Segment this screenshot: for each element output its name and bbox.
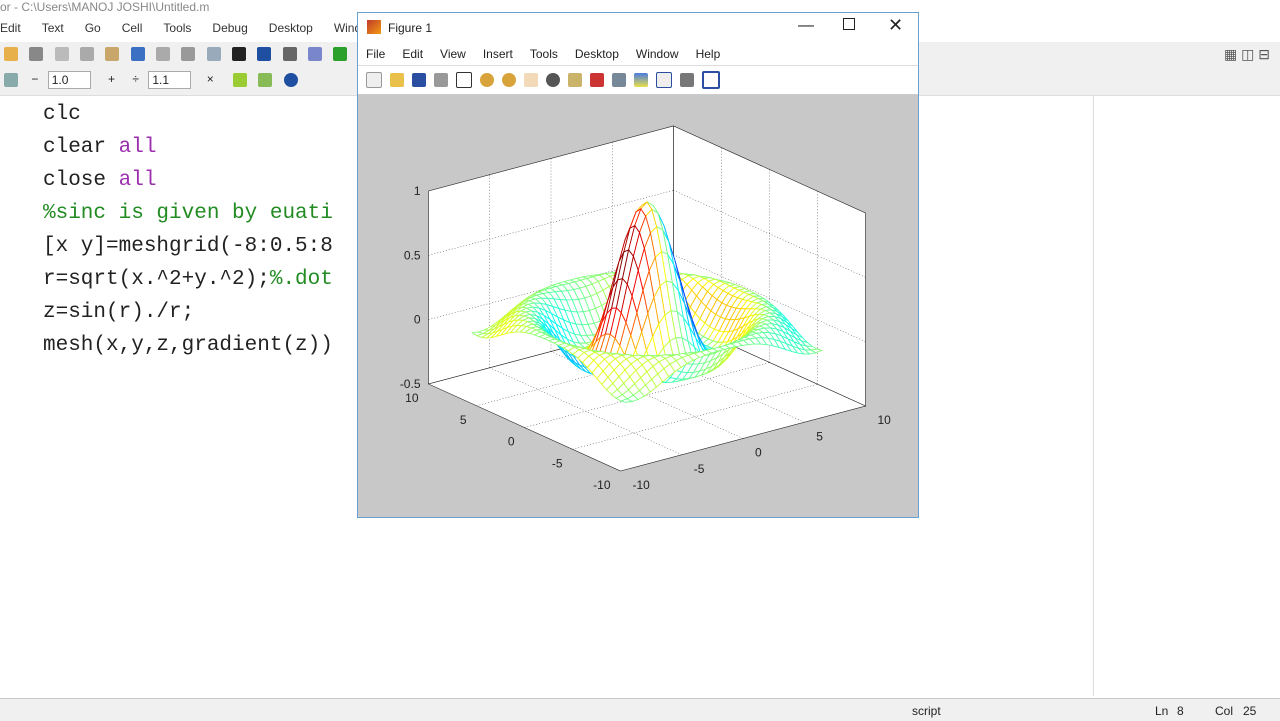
- close-button[interactable]: ✕: [888, 15, 903, 36]
- fig-menu-view[interactable]: View: [440, 43, 466, 65]
- pan-icon[interactable]: [524, 73, 538, 87]
- code-editor[interactable]: clc clear all close all %sinc is given by e…: [43, 98, 333, 362]
- status-mode: script: [912, 704, 941, 718]
- publish-icon[interactable]: [206, 46, 221, 61]
- x-tick-label: 0: [755, 446, 762, 460]
- status-col-label: Col: [1215, 704, 1234, 718]
- editor-menubar: Edit Text Go Cell Tools Debug Desktop Wi…: [0, 18, 398, 40]
- hide-plot-tools-icon[interactable]: [680, 73, 694, 87]
- paste-icon[interactable]: [105, 46, 120, 61]
- x-tick-label: 5: [816, 429, 823, 443]
- redo-icon[interactable]: [156, 46, 171, 61]
- open-file-icon[interactable]: [390, 73, 404, 87]
- y-tick-label: 5: [460, 413, 467, 427]
- pointer-icon[interactable]: [456, 72, 472, 88]
- fig-menu-tools[interactable]: Tools: [530, 43, 558, 65]
- cut-icon[interactable]: [54, 46, 69, 61]
- x-tick-label: -5: [694, 462, 705, 476]
- fig-menu-edit[interactable]: Edit: [402, 43, 423, 65]
- open-icon[interactable]: [4, 46, 18, 61]
- data-cursor-icon[interactable]: [568, 73, 582, 87]
- status-bar: script Ln 8 Col 25: [0, 698, 1280, 721]
- status-ln: 8: [1177, 704, 1184, 718]
- back-icon[interactable]: [257, 46, 272, 61]
- figure-canvas[interactable]: 1 0.5 0 -0.5 10 5 0 -5 -10 -10 -5 0 5 10: [358, 95, 918, 517]
- colorbar-icon[interactable]: [634, 73, 648, 87]
- new-figure-icon[interactable]: [366, 72, 382, 88]
- eval-advance-icon[interactable]: [258, 73, 273, 87]
- maximize-button[interactable]: [843, 18, 855, 30]
- run-icon[interactable]: [333, 46, 348, 61]
- eval-cell-icon[interactable]: [233, 73, 248, 87]
- z-tick-label: 0.5: [404, 248, 421, 262]
- multiply-button[interactable]: ×: [207, 72, 214, 86]
- menu-debug[interactable]: Debug: [212, 18, 256, 40]
- z-tick-label: 0: [414, 313, 421, 327]
- show-plot-tools-icon[interactable]: [702, 71, 720, 89]
- status-col: 25: [1243, 704, 1257, 718]
- menu-cell[interactable]: Cell: [122, 18, 152, 40]
- x-tick-label: -10: [633, 478, 651, 492]
- increment-button[interactable]: +: [108, 72, 115, 86]
- layout-icons[interactable]: ▦ ◫ ⊟: [1224, 46, 1270, 63]
- fig-menu-window[interactable]: Window: [636, 43, 679, 65]
- zoom-out-icon[interactable]: [502, 73, 516, 87]
- link-plot-icon[interactable]: [612, 73, 626, 87]
- undo-icon[interactable]: [130, 46, 145, 61]
- brush-icon[interactable]: [590, 73, 604, 87]
- save-figure-icon[interactable]: [412, 73, 426, 87]
- divider: [1093, 96, 1094, 696]
- increment-value-input[interactable]: 1.0: [47, 71, 91, 89]
- function-icon[interactable]: [308, 46, 323, 61]
- rotate-3d-icon[interactable]: [546, 73, 560, 87]
- menu-tools[interactable]: Tools: [163, 18, 200, 40]
- code-line: clear all: [43, 136, 157, 159]
- divide-button[interactable]: ÷: [132, 72, 139, 86]
- window-title: or - C:\Users\MANOJ JOSHI\Untitled.m: [0, 0, 210, 14]
- mesh-plot[interactable]: 10.50-0.51050-5-10 -10-50510: [358, 95, 918, 517]
- z-tick-label: 1: [414, 184, 421, 198]
- code-line: z=sin(r)./r;: [43, 301, 195, 324]
- decrement-button[interactable]: −: [31, 72, 38, 86]
- code-line: close all: [43, 169, 157, 192]
- code-line: %sinc is given by euati: [43, 202, 333, 225]
- find-icon[interactable]: [232, 46, 247, 61]
- cell-mode-icon[interactable]: [4, 73, 18, 87]
- save-icon[interactable]: [29, 46, 44, 61]
- legend-icon[interactable]: [656, 72, 672, 88]
- fig-menu-file[interactable]: File: [366, 43, 385, 65]
- code-line: mesh(x,y,z,gradient(z)): [43, 334, 333, 357]
- divide-value-input[interactable]: 1.1: [148, 71, 192, 89]
- menu-edit[interactable]: Edit: [0, 18, 30, 40]
- figure-menubar: File Edit View Insert Tools Desktop Wind…: [358, 43, 918, 65]
- figure-window[interactable]: Figure 1 — ✕ File Edit View Insert Tools…: [357, 12, 919, 518]
- zoom-in-icon[interactable]: [480, 73, 494, 87]
- menu-text[interactable]: Text: [42, 18, 73, 40]
- matlab-logo-icon: [367, 20, 381, 34]
- fig-menu-desktop[interactable]: Desktop: [575, 43, 619, 65]
- y-tick-label: 10: [405, 391, 419, 405]
- status-ln-label: Ln: [1155, 704, 1169, 718]
- y-tick-label: 0: [508, 435, 515, 449]
- menu-desktop[interactable]: Desktop: [269, 18, 322, 40]
- copy-icon[interactable]: [80, 46, 95, 61]
- info-icon[interactable]: [283, 73, 298, 87]
- code-line: [x y]=meshgrid(-8:0.5:8: [43, 235, 333, 258]
- fig-menu-help[interactable]: Help: [696, 43, 721, 65]
- code-line: clc: [43, 103, 81, 126]
- print-figure-icon[interactable]: [434, 73, 448, 87]
- z-tick-label: -0.5: [400, 377, 421, 391]
- y-tick-label: -5: [552, 456, 563, 470]
- minimize-button[interactable]: —: [798, 17, 814, 35]
- x-tick-label: 10: [878, 413, 892, 427]
- print-icon[interactable]: [181, 46, 196, 61]
- forward-icon[interactable]: [282, 46, 297, 61]
- y-tick-label: -10: [593, 478, 611, 492]
- figure-titlebar[interactable]: Figure 1 — ✕: [358, 13, 918, 43]
- figure-toolbar: [358, 65, 918, 95]
- code-line: r=sqrt(x.^2+y.^2);%.dot: [43, 268, 333, 291]
- figure-title: Figure 1: [388, 21, 433, 35]
- menu-go[interactable]: Go: [85, 18, 110, 40]
- fig-menu-insert[interactable]: Insert: [483, 43, 513, 65]
